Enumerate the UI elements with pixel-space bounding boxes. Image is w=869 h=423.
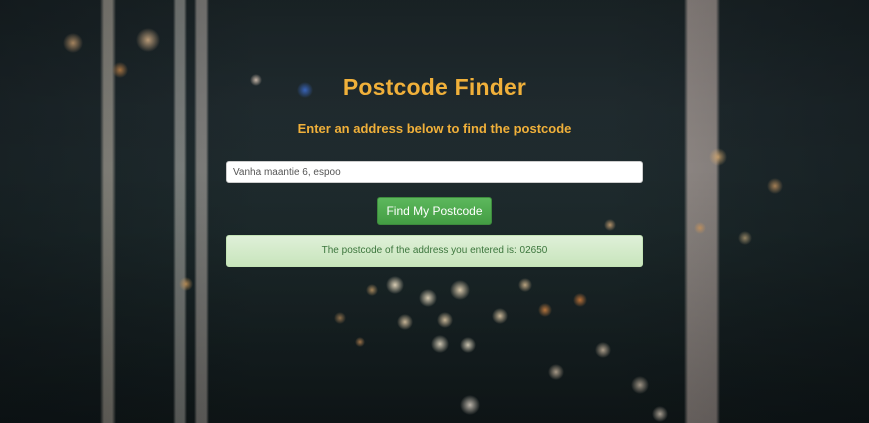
page-title: Postcode Finder (342, 74, 527, 100)
page-subtitle: Enter an address below to find the postc… (297, 121, 572, 136)
address-input[interactable] (226, 161, 643, 183)
find-postcode-button[interactable]: Find My Postcode (377, 197, 492, 225)
main-container: Postcode Finder Enter an address below t… (0, 0, 869, 423)
result-alert: The postcode of the address you entered … (226, 235, 643, 267)
